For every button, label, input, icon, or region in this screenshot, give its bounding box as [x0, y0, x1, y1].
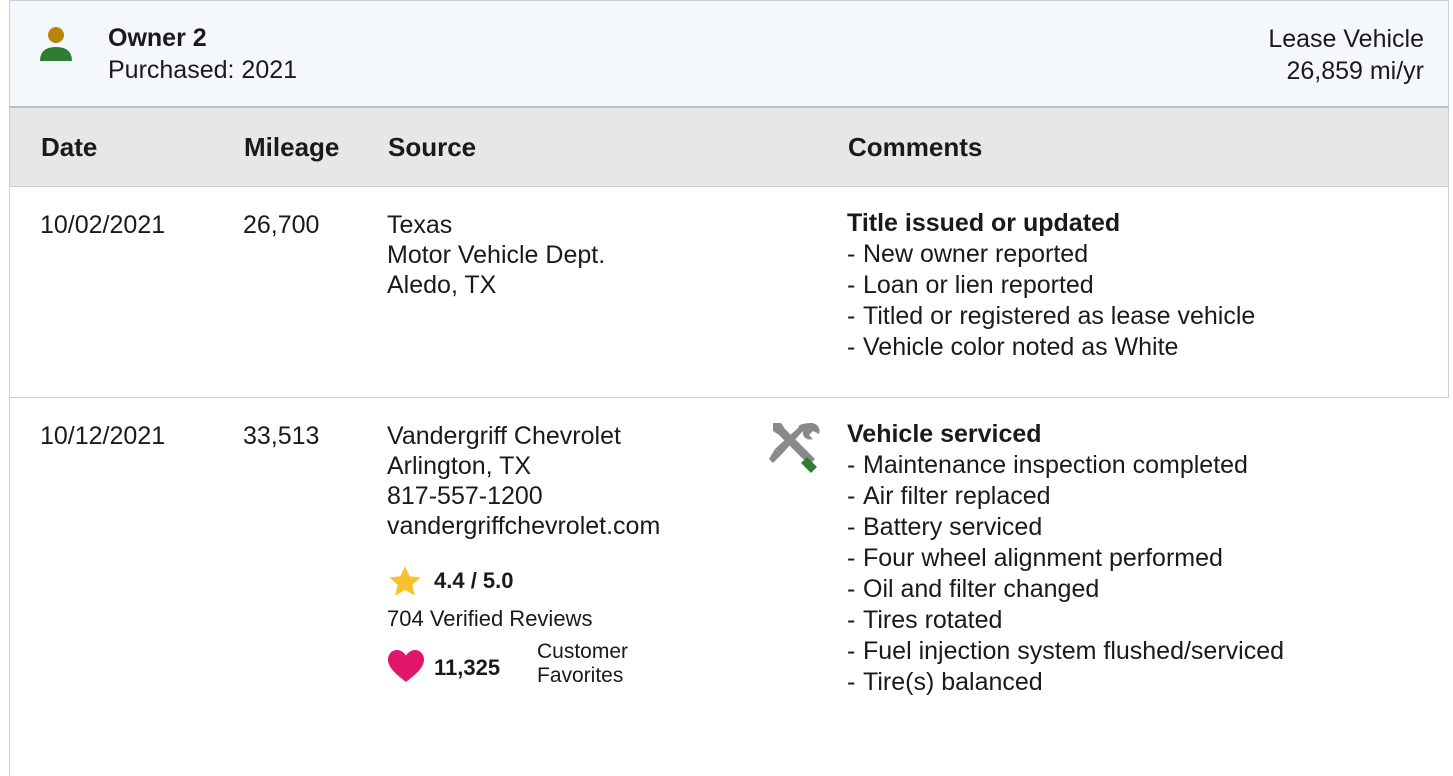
table-header: Date Mileage Source Comments	[9, 108, 1449, 187]
owner-person-icon	[40, 27, 72, 61]
favorites-count: 11,325	[434, 655, 501, 680]
owner-header: Owner 2 Purchased: 2021 Lease Vehicle 26…	[9, 0, 1449, 108]
comment-item: - New owner reported	[847, 240, 1089, 268]
comment-item: - Battery serviced	[847, 513, 1043, 541]
customer-favorites[interactable]: 11,325 Customer Favorites	[387, 640, 687, 692]
star-icon	[389, 566, 421, 596]
comment-item: - Titled or registered as lease vehicle	[847, 302, 1256, 330]
comment-title: Vehicle serviced	[847, 420, 1042, 448]
comment-item: - Four wheel alignment performed	[847, 544, 1223, 572]
comment-item: - Oil and filter changed	[847, 575, 1100, 603]
rating-score: 4.4 / 5.0	[434, 568, 514, 593]
source-line: Motor Vehicle Dept.	[387, 241, 606, 269]
vehicle-type: Lease Vehicle	[1268, 25, 1424, 53]
dealer-name: Vandergriff Chevrolet	[387, 422, 621, 450]
owner-name: Owner 2	[108, 24, 207, 52]
comment-item: - Vehicle color noted as White	[847, 333, 1179, 361]
dealer-rating: 4.4 / 5.0	[387, 564, 587, 602]
source-line: Aledo, TX	[387, 271, 497, 299]
verified-reviews-link[interactable]: 704 Verified Reviews	[387, 605, 592, 633]
comment-item: - Tires rotated	[847, 606, 1003, 634]
favorites-label: Customer Favorites	[537, 640, 629, 687]
table-row: 10/02/2021 26,700 Texas Motor Vehicle De…	[9, 187, 1449, 398]
heart-icon	[388, 650, 424, 682]
column-header-date: Date	[41, 132, 98, 162]
column-header-mileage: Mileage	[244, 132, 340, 162]
comment-item: - Tire(s) balanced	[847, 668, 1043, 696]
miles-per-year: 26,859 mi/yr	[1286, 57, 1424, 85]
comment-item: - Loan or lien reported	[847, 271, 1094, 299]
record-date: 10/12/2021	[40, 422, 166, 450]
comment-item: - Air filter replaced	[847, 482, 1051, 510]
record-mileage: 33,513	[243, 422, 320, 450]
owner-purchased: Purchased: 2021	[108, 56, 298, 84]
dealer-website-link[interactable]: vandergriffchevrolet.com	[387, 511, 660, 541]
comment-item: - Fuel injection system flushed/serviced	[847, 637, 1285, 665]
vehicle-history-panel: Owner 2 Purchased: 2021 Lease Vehicle 26…	[0, 0, 1453, 776]
source-line: Texas	[387, 211, 453, 239]
column-header-comments: Comments	[848, 132, 983, 162]
record-comments: Vehicle serviced - Maintenance inspection…	[847, 419, 1284, 698]
comment-item: - Maintenance inspection completed	[847, 451, 1248, 479]
record-source: Texas Motor Vehicle Dept. Aledo, TX	[387, 210, 605, 300]
service-tools-icon	[769, 423, 820, 473]
owner-summary: Lease Vehicle 26,859 mi/yr	[1268, 23, 1424, 87]
record-source: Vandergriff Chevrolet Arlington, TX 817-…	[387, 421, 660, 541]
record-mileage: 26,700	[243, 211, 320, 239]
dealer-location: Arlington, TX	[387, 452, 532, 480]
comment-title: Title issued or updated	[847, 209, 1121, 237]
column-header-source: Source	[388, 132, 477, 162]
dealer-phone[interactable]: 817-557-1200	[387, 481, 660, 511]
table-row: 10/12/2021 33,513 Vandergriff Chevrolet …	[9, 398, 1449, 776]
record-date: 10/02/2021	[40, 211, 166, 239]
record-comments: Title issued or updated - New owner repor…	[847, 208, 1255, 363]
